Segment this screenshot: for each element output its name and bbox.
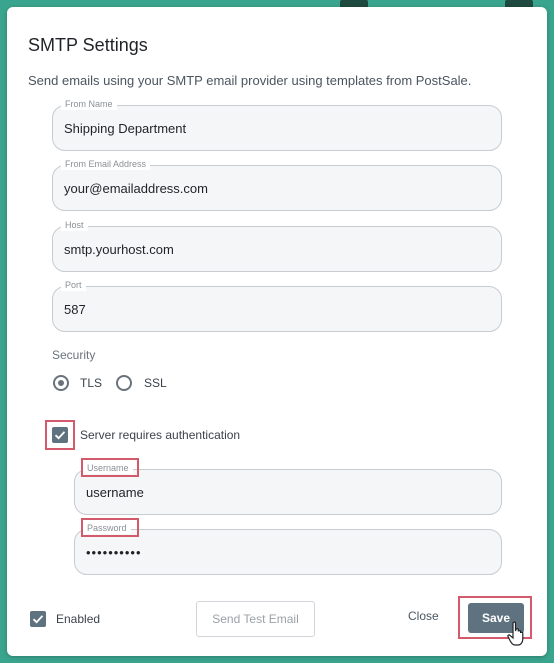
username-value: username (86, 485, 144, 500)
from-email-value: your@emailaddress.com (64, 181, 208, 196)
port-field[interactable]: Port 587 (52, 279, 502, 332)
host-label: Host (61, 219, 88, 231)
tls-radio-label[interactable]: TLS (80, 376, 102, 390)
tls-radio[interactable] (53, 375, 69, 391)
enabled-label[interactable]: Enabled (56, 612, 100, 626)
from-name-field[interactable]: From Name Shipping Department (52, 98, 502, 151)
tls-radio-dot (58, 380, 64, 386)
auth-checkbox-label[interactable]: Server requires authentication (80, 428, 240, 442)
ssl-radio-label[interactable]: SSL (144, 376, 167, 390)
port-value: 587 (64, 302, 86, 317)
username-label-highlight (81, 458, 139, 477)
close-button[interactable]: Close (408, 609, 439, 623)
host-value: smtp.yourhost.com (64, 242, 174, 257)
ssl-radio[interactable] (116, 375, 132, 391)
dialog-description: Send emails using your SMTP email provid… (28, 73, 472, 88)
from-email-label: From Email Address (61, 158, 151, 170)
from-name-value: Shipping Department (64, 121, 187, 136)
checkmark-icon (54, 431, 66, 440)
smtp-settings-dialog: SMTP Settings Send emails using your SMT… (7, 7, 547, 656)
hand-cursor-icon (507, 621, 524, 646)
checkmark-icon (32, 615, 44, 624)
host-field[interactable]: Host smtp.yourhost.com (52, 219, 502, 272)
from-email-field[interactable]: From Email Address your@emailaddress.com (52, 158, 502, 211)
password-label-highlight (81, 518, 139, 537)
enabled-checkbox[interactable] (30, 611, 46, 627)
security-label: Security (52, 348, 96, 362)
password-value: •••••••••• (86, 545, 142, 560)
from-name-label: From Name (61, 98, 117, 110)
dialog-title: SMTP Settings (28, 35, 148, 55)
send-test-email-button[interactable]: Send Test Email (196, 601, 315, 637)
auth-checkbox[interactable] (52, 427, 68, 443)
port-label: Port (61, 279, 86, 291)
